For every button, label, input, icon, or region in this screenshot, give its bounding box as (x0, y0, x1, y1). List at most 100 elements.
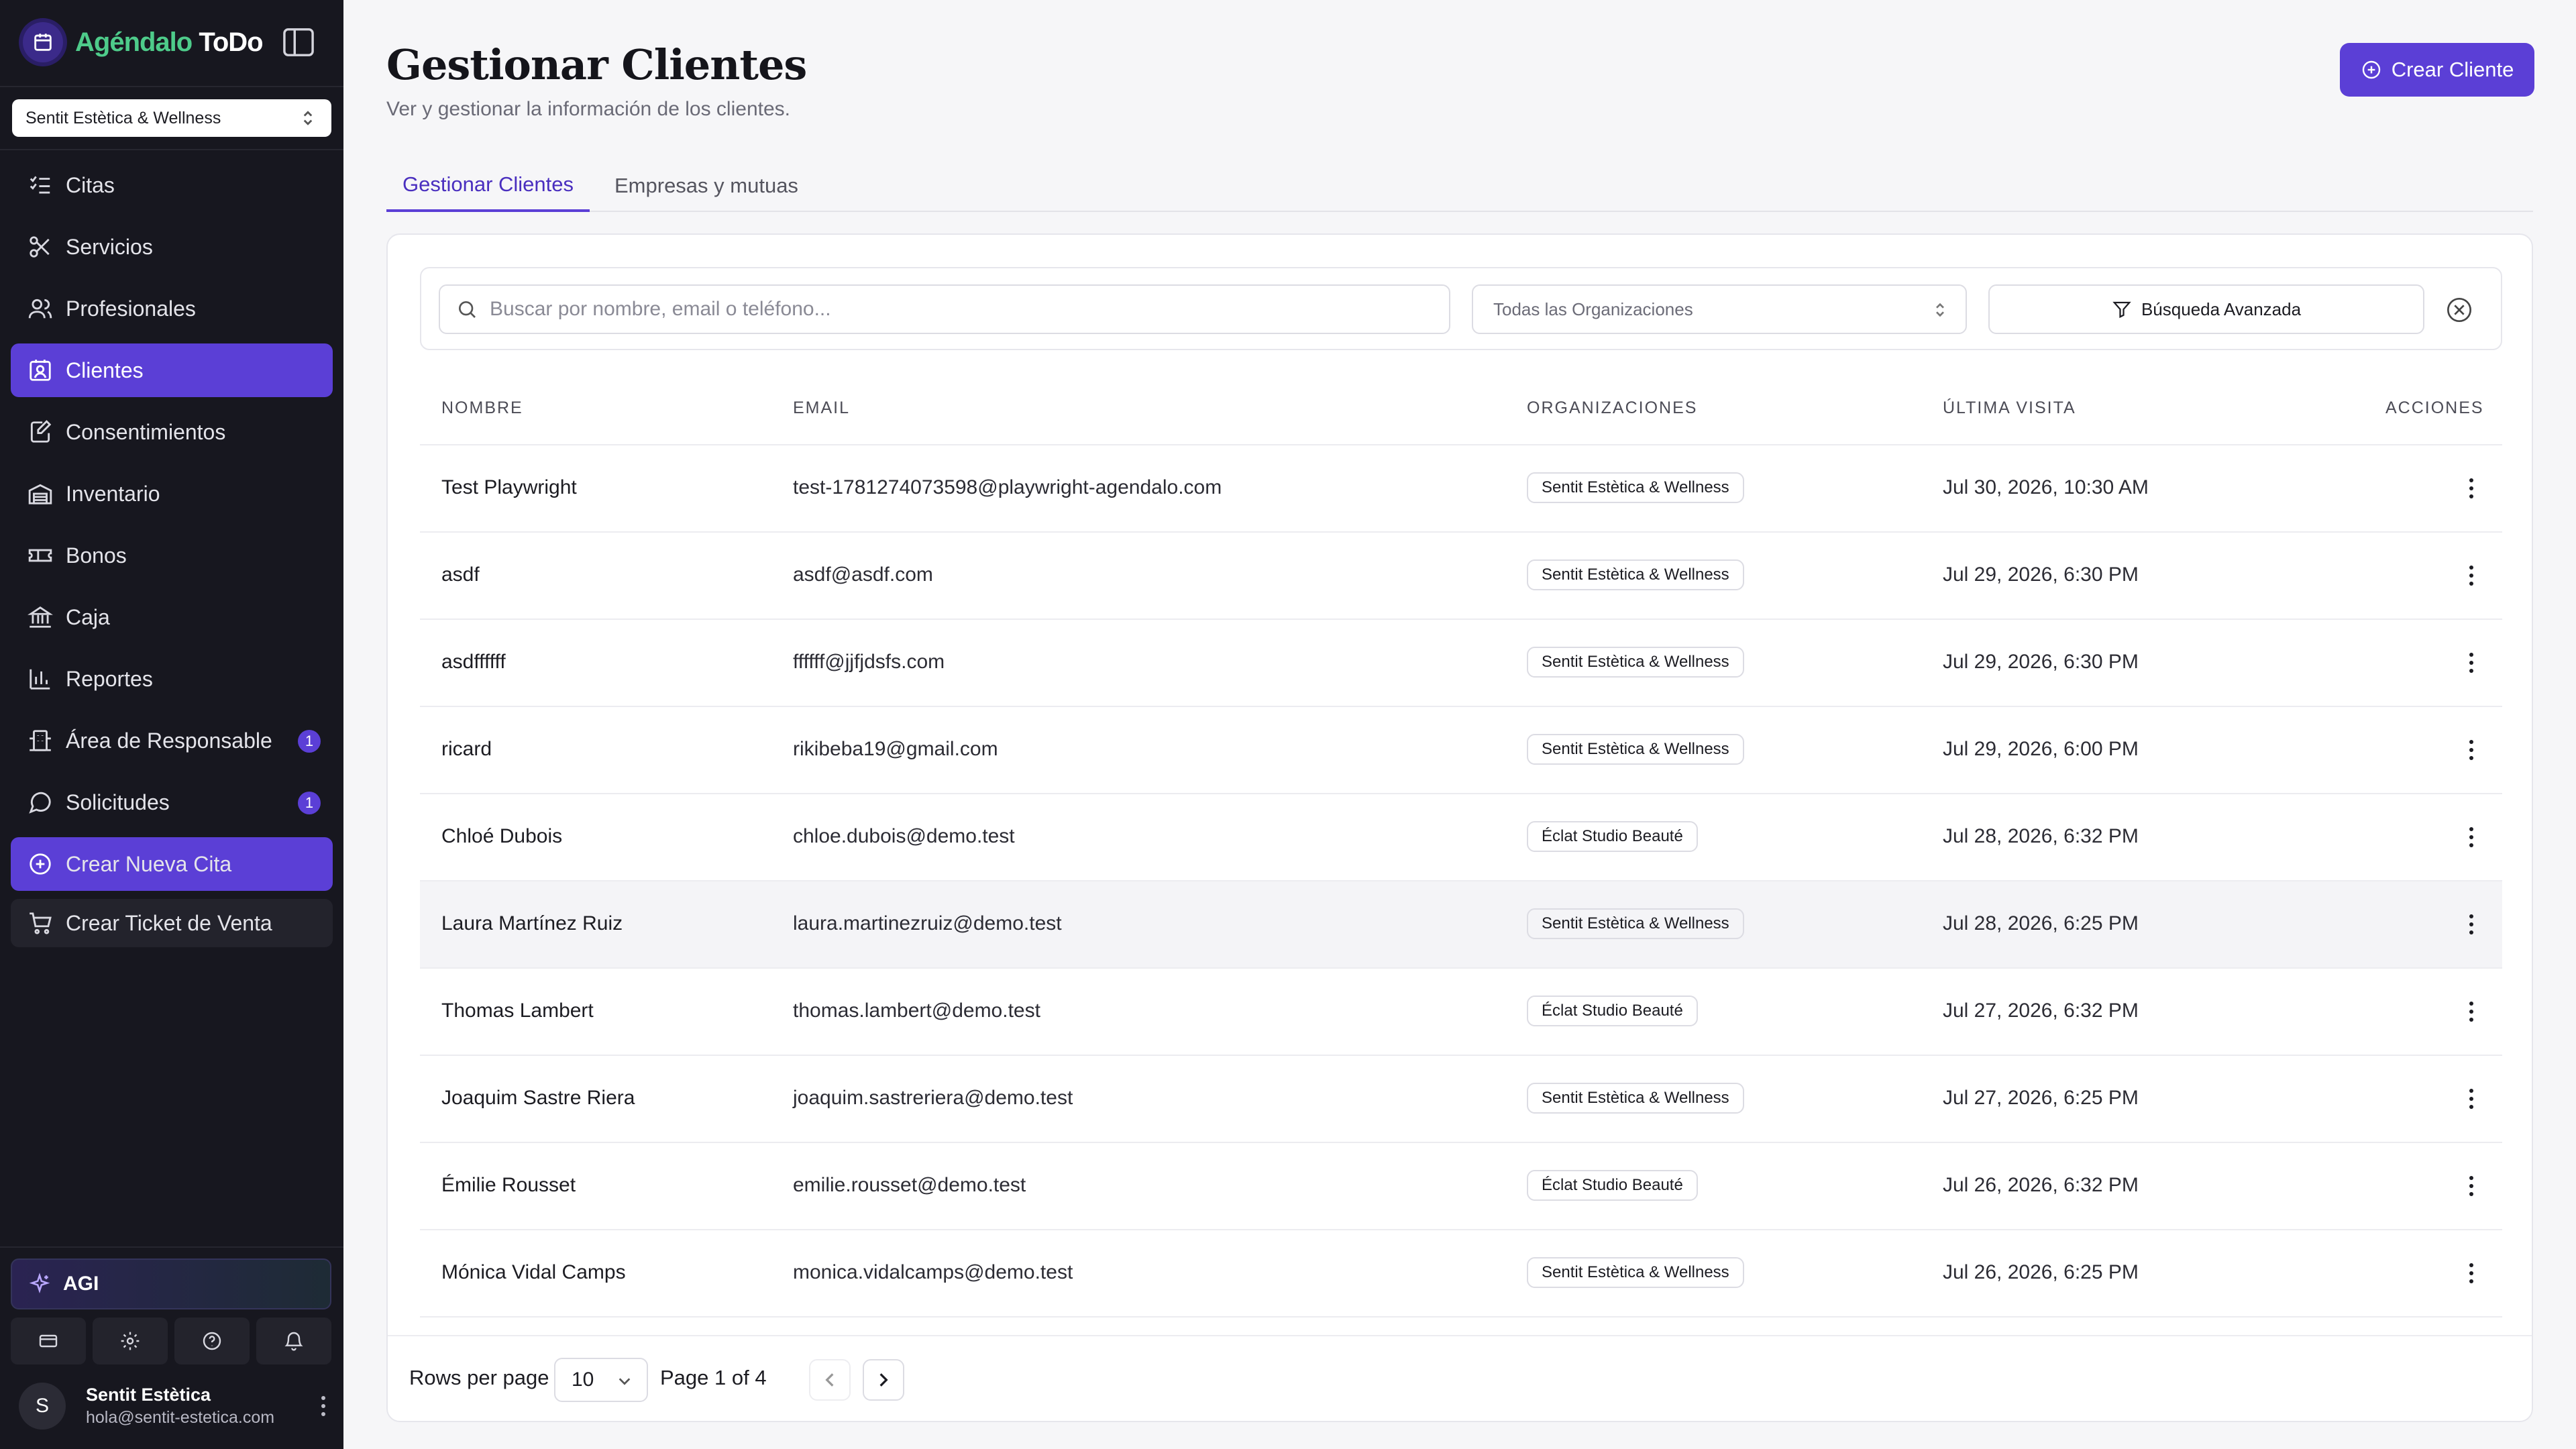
table-row[interactable]: Thomas Lambert thomas.lambert@demo.test Éc… (420, 969, 2502, 1056)
more-vertical-icon[interactable] (318, 1394, 329, 1418)
rows-per-page-value: 10 (572, 1368, 594, 1391)
column-header-organizations: ORGANIZACIONES (1527, 398, 1698, 417)
create-sale-ticket-button[interactable]: Crear Ticket de Venta (11, 899, 333, 947)
filters-bar: Buscar por nombre, email o teléfono... T… (420, 267, 2502, 350)
page-title: Gestionar Clientes (386, 40, 807, 89)
client-email: joaquim.sastreriera@demo.test (793, 1087, 1073, 1109)
create-appointment-button[interactable]: Crear Nueva Cita (11, 837, 333, 891)
row-actions-more-icon[interactable] (2466, 738, 2477, 762)
organization-badge: Sentit Estètica & Wellness (1527, 472, 1744, 503)
sidebar-item-servicios[interactable]: Servicios (11, 220, 333, 274)
search-input[interactable]: Buscar por nombre, email o teléfono... (439, 284, 1450, 334)
rows-per-page-label: Rows per page (409, 1366, 549, 1389)
page-subtitle: Ver y gestionar la información de los cl… (386, 98, 790, 120)
organization-badge: Sentit Estètica & Wellness (1527, 734, 1744, 765)
table-row[interactable]: Laura Martínez Ruiz laura.martinezruiz@de… (420, 881, 2502, 969)
notifications-button[interactable] (256, 1318, 331, 1364)
clients-card: Buscar por nombre, email o teléfono... T… (386, 233, 2533, 1422)
sidebar-item-consentimientos[interactable]: Consentimientos (11, 405, 333, 459)
plus-circle-icon (2362, 60, 2380, 79)
table-row[interactable]: Chloé Dubois chloe.dubois@demo.test Éclat … (420, 794, 2502, 881)
user-name: Sentit Estètica (86, 1385, 211, 1405)
ticket-icon (27, 542, 54, 569)
sidebar-item-label: Bonos (66, 543, 127, 568)
table-row[interactable]: Joaquim Sastre Riera joaquim.sastreriera@… (420, 1056, 2502, 1143)
table-row[interactable]: ricard rikibeba19@gmail.com Sentit Estètic… (420, 707, 2502, 794)
client-email: chloe.dubois@demo.test (793, 825, 1015, 847)
sidebar-item-reportes[interactable]: Reportes (11, 652, 333, 706)
client-name: Joaquim Sastre Riera (441, 1087, 635, 1109)
client-last-visit: Jul 30, 2026, 10:30 AM (1943, 476, 2149, 498)
create-client-button[interactable]: Crear Cliente (2340, 43, 2534, 97)
table-row[interactable]: Test Playwright test-1781274073598@playwr… (420, 445, 2502, 533)
sidebar-item-label: Reportes (66, 666, 153, 691)
client-last-visit: Jul 28, 2026, 6:25 PM (1943, 912, 2139, 934)
table-row[interactable]: Mónica Vidal Camps monica.vidalcamps@demo… (420, 1230, 2502, 1318)
divider (0, 86, 343, 87)
settings-button[interactable] (93, 1318, 168, 1364)
organization-filter-select[interactable]: Todas las Organizaciones (1472, 284, 1967, 334)
client-email: laura.martinezruiz@demo.test (793, 912, 1062, 934)
agi-button[interactable]: AGI (11, 1258, 331, 1309)
clear-filters-icon[interactable] (2446, 297, 2473, 323)
client-last-visit: Jul 29, 2026, 6:30 PM (1943, 564, 2139, 586)
client-last-visit: Jul 28, 2026, 6:32 PM (1943, 825, 2139, 847)
client-last-visit: Jul 26, 2026, 6:32 PM (1943, 1174, 2139, 1196)
column-header-actions: ACCIONES (2385, 398, 2484, 417)
client-name: ricard (441, 738, 492, 760)
warehouse-icon (27, 480, 54, 507)
sidebar-item-inventario[interactable]: Inventario (11, 467, 333, 521)
organization-badge: Sentit Estètica & Wellness (1527, 647, 1744, 678)
user-menu[interactable]: S Sentit Estètica hola@sentit-estetica.c… (19, 1381, 334, 1432)
help-button[interactable] (174, 1318, 250, 1364)
sidebar-item-area-responsable[interactable]: Área de Responsable 1 (11, 714, 333, 767)
brand[interactable]: Agéndalo ToDo (23, 20, 264, 64)
sidebar-item-citas[interactable]: Citas (11, 158, 333, 212)
brand-name: Agéndalo ToDo (75, 27, 264, 57)
row-actions-more-icon[interactable] (2466, 1261, 2477, 1285)
row-actions-more-icon[interactable] (2466, 1087, 2477, 1111)
sidebar-item-caja[interactable]: Caja (11, 590, 333, 644)
sidebar-item-label: Citas (66, 172, 115, 197)
sidebar-item-bonos[interactable]: Bonos (11, 529, 333, 582)
column-header-email: EMAIL (793, 398, 851, 417)
sidebar-item-solicitudes[interactable]: Solicitudes 1 (11, 775, 333, 829)
table-row[interactable]: Émilie Rousset emilie.rousset@demo.test Éc… (420, 1143, 2502, 1230)
billing-button[interactable] (11, 1318, 86, 1364)
client-email: test-1781274073598@playwright-agendalo.c… (793, 476, 1222, 498)
client-last-visit: Jul 27, 2026, 6:25 PM (1943, 1087, 2139, 1109)
row-actions-more-icon[interactable] (2466, 1174, 2477, 1198)
sidebar-nav: Citas Servicios Profesionales Clientes C… (11, 158, 333, 955)
previous-page-button[interactable] (809, 1359, 851, 1401)
filter-icon (2112, 301, 2131, 319)
client-email: rikibeba19@gmail.com (793, 738, 998, 760)
page-info: Page 1 of 4 (660, 1366, 767, 1389)
row-actions-more-icon[interactable] (2466, 564, 2477, 588)
row-actions-more-icon[interactable] (2466, 651, 2477, 675)
rows-per-page-select[interactable]: 10 (554, 1358, 648, 1402)
plus-circle-icon (27, 851, 54, 877)
bell-icon (284, 1332, 303, 1351)
sidebar-item-clientes[interactable]: Clientes (11, 343, 333, 397)
sidebar-item-label: Clientes (66, 358, 144, 382)
organization-select[interactable]: Sentit Estètica & Wellness (12, 99, 331, 137)
table-row[interactable]: asdffffff ffffff@jjfjdsfs.com Sentit Estèt… (420, 620, 2502, 707)
client-email: monica.vidalcamps@demo.test (793, 1261, 1073, 1283)
sidebar-item-profesionales[interactable]: Profesionales (11, 282, 333, 335)
row-actions-more-icon[interactable] (2466, 825, 2477, 849)
advanced-search-button[interactable]: Búsqueda Avanzada (1988, 284, 2424, 334)
tab-bar: Gestionar Clientes Empresas y mutuas (386, 160, 2533, 212)
tab-empresas-mutuas[interactable]: Empresas y mutuas (614, 160, 798, 212)
next-page-button[interactable] (863, 1359, 904, 1401)
scissors-icon (27, 233, 54, 260)
tab-gestionar-clientes[interactable]: Gestionar Clientes (386, 160, 590, 212)
organization-badge: Sentit Estètica & Wellness (1527, 908, 1744, 939)
client-email: ffffff@jjfjdsfs.com (793, 651, 945, 673)
row-actions-more-icon[interactable] (2466, 476, 2477, 500)
row-actions-more-icon[interactable] (2466, 1000, 2477, 1024)
organization-select-value: Sentit Estètica & Wellness (25, 108, 221, 127)
client-last-visit: Jul 29, 2026, 6:30 PM (1943, 651, 2139, 673)
sidebar-toggle-icon[interactable] (282, 27, 315, 58)
row-actions-more-icon[interactable] (2466, 912, 2477, 936)
table-row[interactable]: asdf asdf@asdf.com Sentit Estètica & Welln… (420, 533, 2502, 620)
